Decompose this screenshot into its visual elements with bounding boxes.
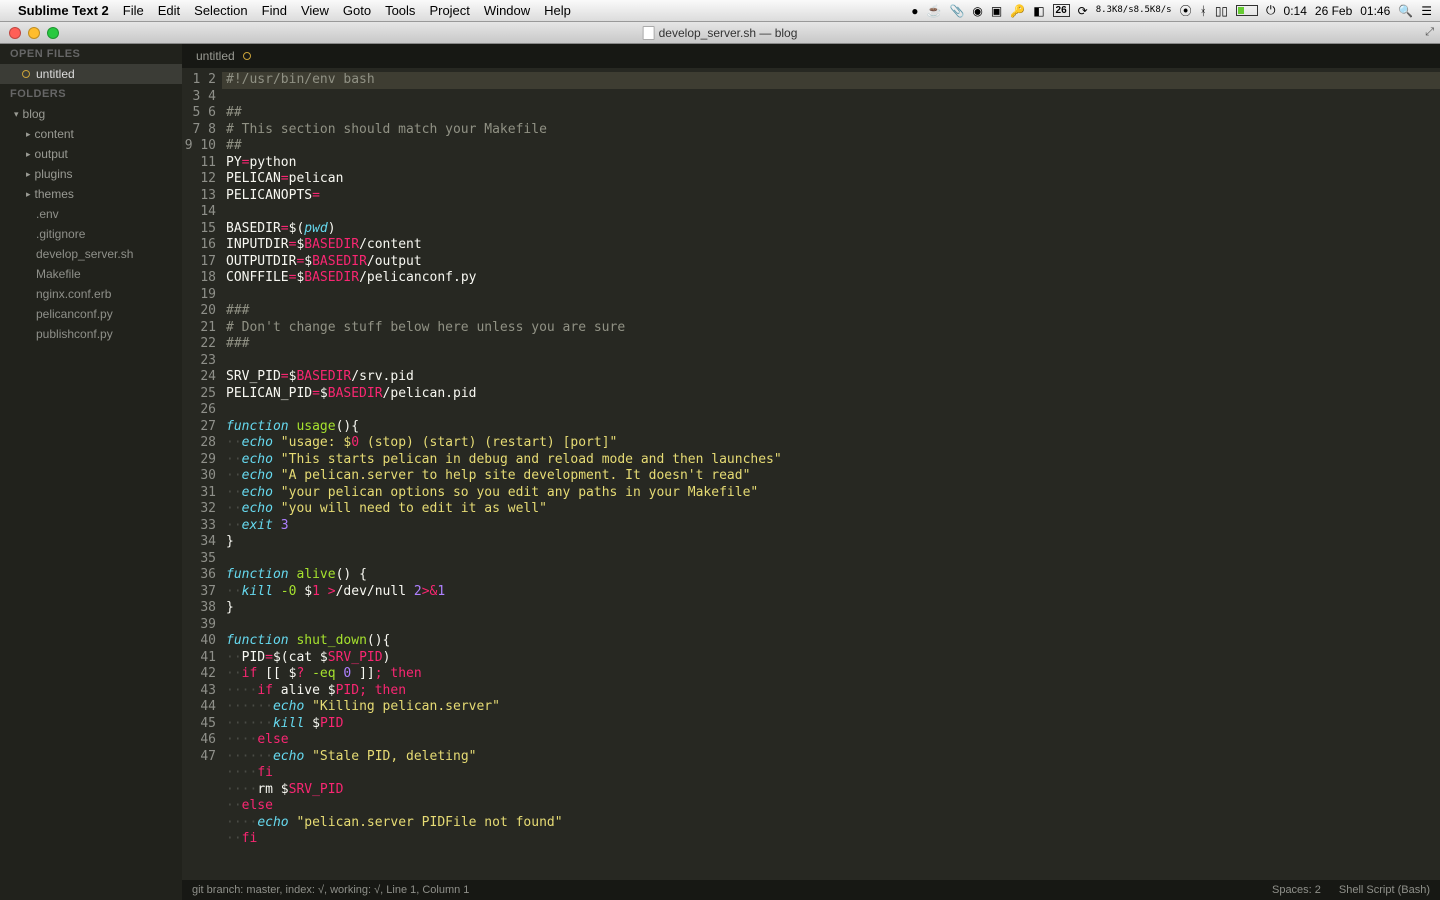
sidebar-folder-plugins[interactable]: ▸plugins — [0, 164, 182, 184]
power-icon[interactable]: ⏻ — [1266, 3, 1276, 18]
editor-area: untitled 1 2 3 4 5 6 7 8 9 10 11 12 13 1… — [182, 44, 1440, 900]
volume-icon[interactable]: ▯▯ — [1215, 4, 1228, 18]
menu-tools[interactable]: Tools — [385, 3, 415, 18]
chevron-right-icon: ▸ — [26, 169, 31, 180]
clock: 01:46 — [1360, 4, 1390, 18]
menu-selection[interactable]: Selection — [194, 3, 247, 18]
menu-window[interactable]: Window — [484, 3, 530, 18]
folders-header: FOLDERS — [0, 84, 182, 104]
sidebar-folder-output[interactable]: ▸output — [0, 144, 182, 164]
window-zoom-button[interactable] — [47, 27, 59, 39]
menu-file[interactable]: File — [123, 3, 144, 18]
tab-bar: untitled — [182, 44, 1440, 68]
menu-find[interactable]: Find — [262, 3, 287, 18]
menu-project[interactable]: Project — [429, 3, 469, 18]
code-editor[interactable]: 1 2 3 4 5 6 7 8 9 10 11 12 13 14 15 16 1… — [182, 68, 1440, 880]
calendar-icon[interactable]: 26 — [1053, 4, 1070, 17]
sidebar-file[interactable]: .gitignore — [0, 224, 182, 244]
status-box-icon[interactable]: ◧ — [1033, 4, 1044, 18]
document-icon — [643, 26, 655, 40]
unsaved-icon — [243, 52, 251, 60]
tab-untitled[interactable]: untitled — [182, 44, 265, 68]
chevron-right-icon: ▸ — [26, 149, 31, 160]
sidebar-file[interactable]: develop_server.sh — [0, 244, 182, 264]
chevron-right-icon: ▸ — [26, 189, 31, 200]
wifi-icon[interactable]: ⦿ — [1180, 2, 1192, 19]
sidebar-file[interactable]: pelicanconf.py — [0, 304, 182, 324]
status-indent[interactable]: Spaces: 2 — [1272, 884, 1321, 896]
app-window: develop_server.sh — blog ⤢ OPEN FILES un… — [0, 22, 1440, 900]
chevron-right-icon: ▸ — [26, 129, 31, 140]
window-title: develop_server.sh — blog — [659, 26, 798, 40]
notification-center-icon[interactable]: ☰ — [1421, 4, 1432, 18]
status-x-icon[interactable]: ▣ — [991, 4, 1002, 18]
open-file-name: untitled — [36, 67, 75, 81]
code-content[interactable]: #!/usr/bin/env bash ## # This section sh… — [222, 68, 1440, 880]
sidebar-file[interactable]: nginx.conf.erb — [0, 284, 182, 304]
network-stats: 8.3K8/s8.5K8/s — [1096, 6, 1172, 15]
sidebar-folder-content[interactable]: ▸content — [0, 124, 182, 144]
sidebar-file[interactable]: Makefile — [0, 264, 182, 284]
sidebar-folder-root[interactable]: ▾blog — [0, 104, 182, 124]
status-syntax[interactable]: Shell Script (Bash) — [1339, 884, 1430, 896]
macos-menubar: Sublime Text 2 File Edit Selection Find … — [0, 0, 1440, 22]
sidebar-file[interactable]: .env — [0, 204, 182, 224]
menu-help[interactable]: Help — [544, 3, 571, 18]
sidebar-folder-themes[interactable]: ▸themes — [0, 184, 182, 204]
bluetooth-icon[interactable]: ᚼ — [1200, 4, 1207, 18]
fullscreen-icon[interactable]: ⤢ — [1425, 26, 1434, 39]
chevron-down-icon: ▾ — [14, 109, 19, 120]
sync-icon[interactable]: ⟳ — [1078, 4, 1088, 18]
menu-edit[interactable]: Edit — [158, 3, 180, 18]
status-key-icon[interactable]: 🔑 — [1010, 4, 1025, 18]
open-files-header: OPEN FILES — [0, 44, 182, 64]
open-file-item[interactable]: untitled — [0, 64, 182, 84]
app-name[interactable]: Sublime Text 2 — [18, 3, 109, 18]
window-close-button[interactable] — [9, 27, 21, 39]
unsaved-icon — [22, 70, 30, 78]
menu-goto[interactable]: Goto — [343, 3, 371, 18]
date: 26 Feb — [1315, 4, 1352, 18]
window-minimize-button[interactable] — [28, 27, 40, 39]
spotlight-icon[interactable]: 🔍 — [1398, 4, 1413, 18]
line-gutter: 1 2 3 4 5 6 7 8 9 10 11 12 13 14 15 16 1… — [182, 68, 222, 880]
status-bar: git branch: master, index: √, working: √… — [182, 880, 1440, 900]
menubar-status-area: ● ☕ 📎 ◉ ▣ 🔑 ◧ 26 ⟳ 8.3K8/s8.5K8/s ⦿ ᚼ ▯▯… — [911, 2, 1432, 19]
status-coffee-icon[interactable]: ☕ — [927, 4, 942, 18]
status-left: git branch: master, index: √, working: √… — [192, 884, 469, 896]
status-circle-icon[interactable]: ◉ — [972, 4, 982, 18]
battery-icon[interactable] — [1236, 5, 1258, 16]
tab-label: untitled — [196, 49, 235, 63]
window-titlebar: develop_server.sh — blog ⤢ — [0, 22, 1440, 44]
sidebar: OPEN FILES untitled FOLDERS ▾blog ▸conte… — [0, 44, 182, 900]
menu-view[interactable]: View — [301, 3, 329, 18]
small-clock: 0:14 — [1284, 4, 1307, 18]
status-dot-icon[interactable]: ● — [911, 4, 918, 18]
sidebar-file[interactable]: publishconf.py — [0, 324, 182, 344]
status-paperclip-icon[interactable]: 📎 — [949, 4, 964, 18]
